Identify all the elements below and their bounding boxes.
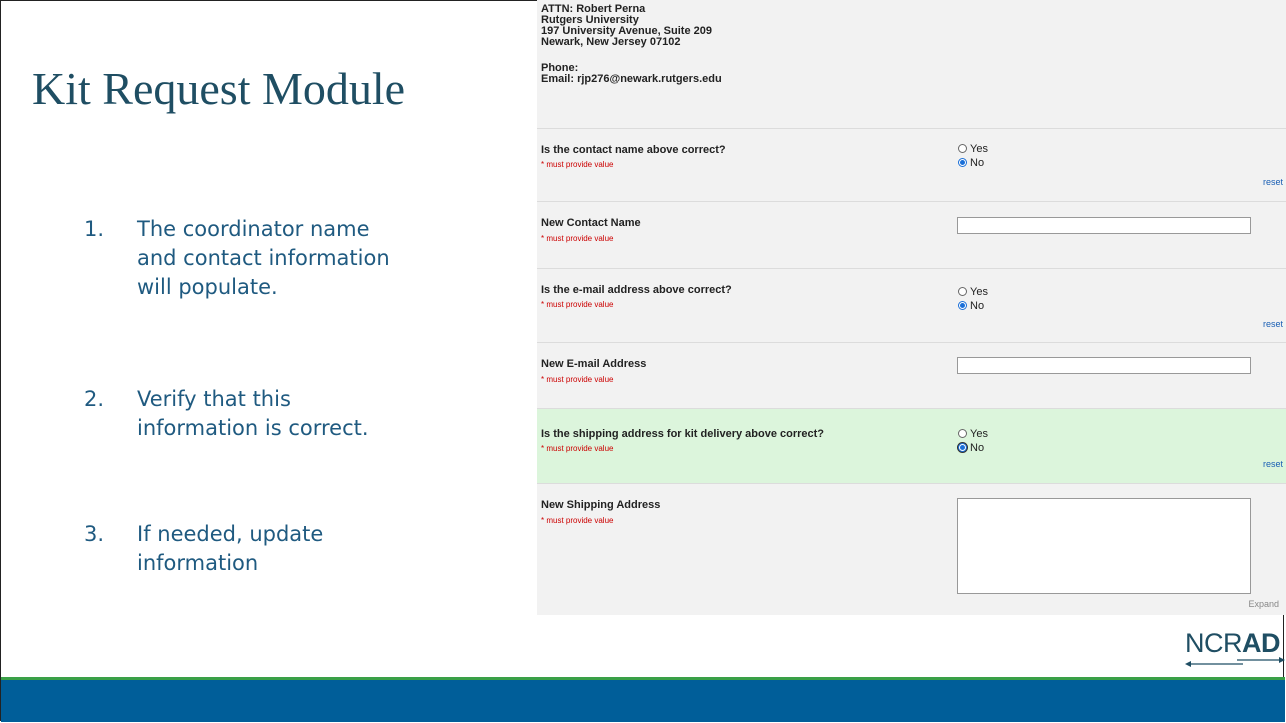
required-note: * must provide value [541,234,614,243]
expand-link[interactable]: Expand [1248,599,1279,609]
required-note: * must provide value [541,375,614,384]
new-email-row: New E-mail Address * must provide value [537,342,1286,408]
new-shipping-address-textarea[interactable] [957,498,1251,594]
shipping-reset-link[interactable]: reset [1263,459,1283,469]
contact-correct-question: Is the contact name above correct? [541,144,726,156]
new-contact-row: New Contact Name * must provide value [537,201,1286,268]
page-title: Kit Request Module [32,63,406,114]
contact-yes-radio[interactable]: Yes [958,142,988,156]
radio-label: No [970,157,985,169]
email-correct-question: Is the e-mail address above correct? [541,284,732,296]
contact-no-radio[interactable]: No [958,156,984,170]
required-note: * must provide value [541,300,614,309]
step-line: and contact information [137,246,390,270]
footer-bar [1,677,1285,722]
radio-circle [958,158,967,167]
email-reset-link[interactable]: reset [1263,319,1283,329]
step-line: If needed, update [137,522,324,546]
ncrad-logo: NCRAD [1185,628,1285,670]
email-line: Email: rjp276@newark.rutgers.edu [541,73,722,85]
contact-reset-link[interactable]: reset [1263,177,1283,187]
new-email-address-input[interactable] [957,357,1251,374]
radio-circle [958,301,967,310]
shipping-yes-radio[interactable]: Yes [958,427,988,441]
shipping-correct-row: Is the shipping address for kit delivery… [537,408,1286,483]
radio-label: No [970,442,985,454]
step-text: If needed, update information [137,520,477,578]
radio-circle [958,144,967,153]
email-correct-row: Is the e-mail address above correct? * m… [537,268,1286,342]
step-line: information is correct. [137,416,369,440]
step-text: Verify that this information is correct. [137,385,477,443]
step-line: information [137,551,259,575]
logo-arrows-icon [1185,657,1285,667]
step-line: will populate. [137,275,278,299]
required-note: * must provide value [541,444,614,453]
radio-circle [958,443,967,452]
new-contact-label: New Contact Name [541,217,641,229]
radio-label: Yes [970,286,988,298]
shipping-no-radio[interactable]: No [958,441,984,455]
step-line: The coordinator name [137,217,370,241]
step-number: 2. [84,387,105,411]
contact-correct-row: Is the contact name above correct? * mus… [537,128,1286,201]
radio-label: No [970,300,985,312]
step-number: 1. [84,217,105,241]
radio-circle [958,429,967,438]
new-shipping-label: New Shipping Address [541,499,661,511]
step-number: 3. [84,522,105,546]
city-line: Newark, New Jersey 07102 [541,36,681,48]
step-line: Verify that this [137,387,291,411]
step-text: The coordinator name and contact informa… [137,215,477,302]
radio-circle [958,287,967,296]
radio-label: Yes [970,428,988,440]
email-yes-radio[interactable]: Yes [958,285,988,299]
required-note: * must provide value [541,160,614,169]
new-shipping-row: New Shipping Address * must provide valu… [537,483,1286,615]
new-contact-name-input[interactable] [957,217,1251,234]
kit-request-form: ATTN: Robert Perna Rutgers University 19… [537,0,1286,615]
email-no-radio[interactable]: No [958,299,984,313]
new-email-label: New E-mail Address [541,358,647,370]
radio-label: Yes [970,143,988,155]
contact-address-block: ATTN: Robert Perna Rutgers University 19… [541,4,722,85]
shipping-correct-question: Is the shipping address for kit delivery… [541,428,825,440]
required-note: * must provide value [541,516,614,525]
